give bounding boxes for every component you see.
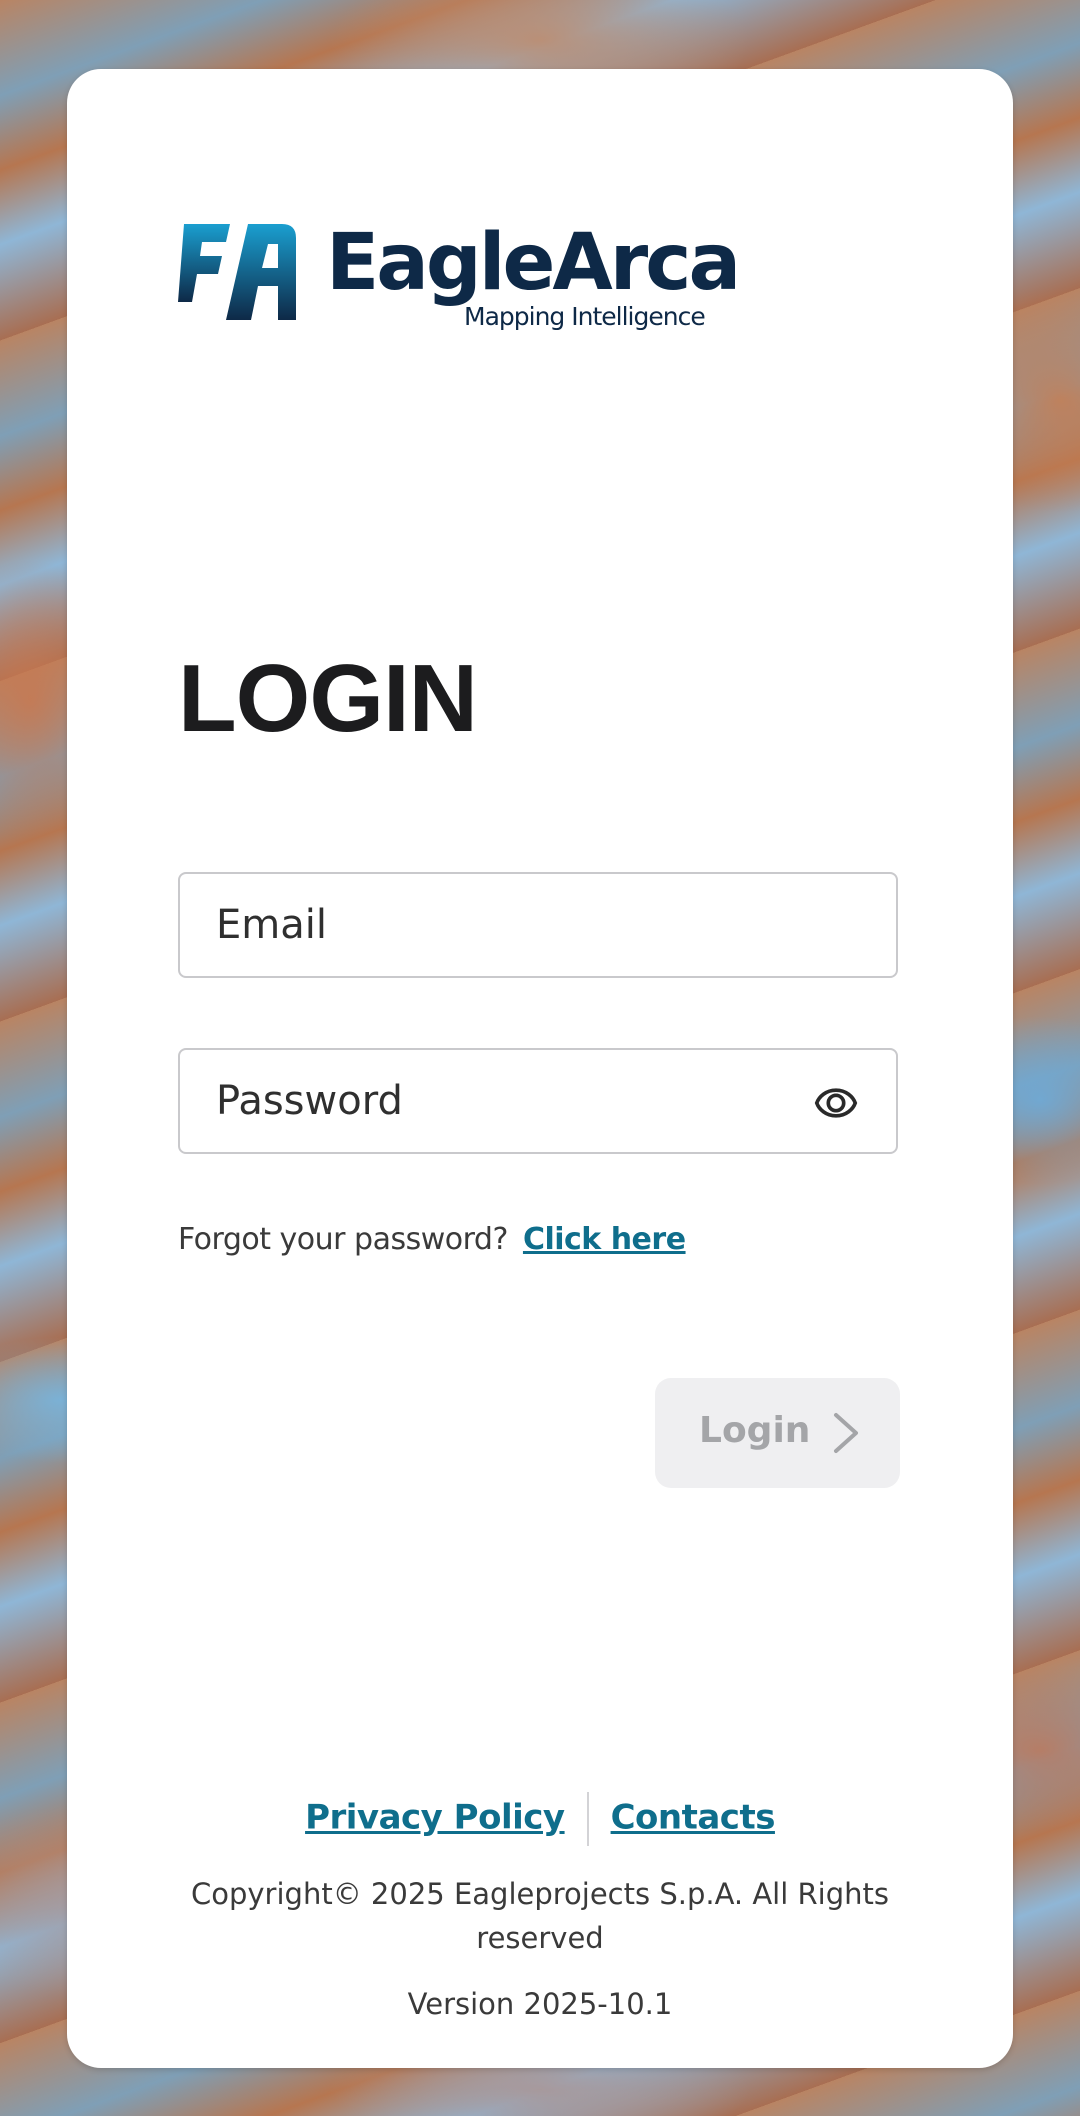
privacy-policy-link[interactable]: Privacy Policy: [305, 1798, 565, 1838]
password-field[interactable]: [216, 1050, 776, 1152]
chevron-right-icon: [834, 1413, 858, 1453]
forgot-password-link[interactable]: Click here: [523, 1222, 686, 1257]
copyright-line-1: Copyright© 2025 Eagleprojects S.p.A. All…: [191, 1877, 889, 1911]
forgot-password-text: Forgot your password?: [178, 1222, 508, 1257]
eye-icon[interactable]: [814, 1081, 858, 1125]
footer-divider: [586, 1792, 589, 1846]
brand-name: EagleArca: [326, 218, 741, 308]
copyright-text: Copyright© 2025 Eagleprojects S.p.A. All…: [67, 1872, 1013, 1960]
footer-links: Privacy Policy Contacts: [67, 1792, 1013, 1846]
email-field-container: [178, 872, 898, 978]
password-field-container: [178, 1048, 898, 1154]
copyright-line-2: reserved: [476, 1921, 604, 1955]
login-card: EagleArca Mapping Intelligence LOGIN For…: [67, 69, 1013, 2068]
forgot-password: Forgot your password? Click here: [178, 1222, 686, 1257]
eaglearca-logo-icon: [178, 224, 296, 320]
email-field[interactable]: [216, 874, 776, 976]
brand-tagline: Mapping Intelligence: [464, 302, 706, 331]
brand-logo: EagleArca Mapping Intelligence: [178, 218, 741, 344]
version-text: Version 2025-10.1: [407, 1987, 673, 2021]
page-title: LOGIN: [178, 645, 478, 752]
login-button-label: Login: [699, 1410, 811, 1451]
contacts-link[interactable]: Contacts: [611, 1798, 776, 1838]
login-button[interactable]: Login: [655, 1378, 900, 1488]
